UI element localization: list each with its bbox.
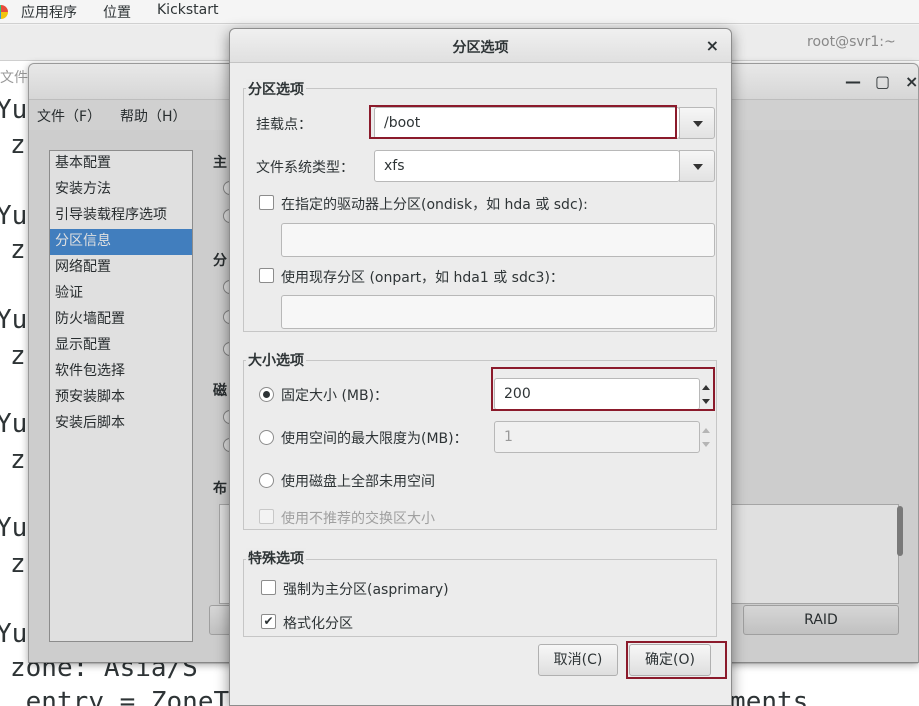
checkmark-icon: ✔ <box>263 614 274 628</box>
spin-down-icon[interactable] <box>702 442 710 447</box>
terminal-line: z <box>10 130 26 160</box>
terminal-line: z <box>10 445 26 475</box>
terminal-menu-file[interactable]: 文件 <box>0 67 28 87</box>
max-size-radio[interactable] <box>259 430 274 445</box>
terminal-line: Yu <box>0 201 28 231</box>
format-checkbox[interactable]: ✔ <box>261 614 276 629</box>
fs-type-dropdown-button[interactable] <box>679 150 715 182</box>
asprimary-label: 强制为主分区(asprimary) <box>283 582 449 598</box>
terminal-line: Yu <box>0 409 28 439</box>
fixed-size-label: 固定大小 (MB)： <box>281 388 389 404</box>
ondisk-input[interactable] <box>281 223 715 257</box>
recommended-swap-checkbox[interactable] <box>259 509 274 524</box>
maximize-icon[interactable]: ▢ <box>875 72 890 91</box>
highlight-box <box>491 367 715 411</box>
fill-disk-radio[interactable] <box>259 473 274 488</box>
mount-point-label: 挂载点： <box>256 117 312 133</box>
ondisk-checkbox[interactable] <box>259 195 274 210</box>
max-size-input[interactable]: 1 <box>494 421 700 453</box>
fixed-size-radio[interactable] <box>259 387 274 402</box>
max-size-spinner[interactable] <box>698 421 716 453</box>
close-icon[interactable]: × <box>706 36 719 55</box>
terminal-line: Yu <box>0 619 28 649</box>
terminal-line: z <box>10 549 26 579</box>
terminal-line: z <box>10 341 26 371</box>
dialog-titlebar: 分区选项 × <box>230 29 731 63</box>
app-menu[interactable]: Kickstart <box>157 2 218 18</box>
fs-type-label: 文件系统类型： <box>256 160 354 176</box>
places-menu[interactable]: 位置 <box>103 2 131 22</box>
top-bar: 应用程序 位置 Kickstart <box>0 0 919 24</box>
max-size-label: 使用空间的最大限度为(MB)： <box>281 431 468 447</box>
special-options-heading: 特殊选项 <box>246 548 306 568</box>
recommended-swap-label: 使用不推荐的交换区大小 <box>281 511 435 527</box>
terminal-line: z <box>10 235 26 265</box>
highlight-box <box>626 641 727 679</box>
terminal-line: Yu <box>0 305 28 335</box>
ondisk-label: 在指定的驱动器上分区(ondisk，如 hda 或 sdc): <box>281 197 588 213</box>
applications-icon <box>0 5 8 19</box>
terminal-title: root@svr1:~ <box>807 34 896 50</box>
onpart-checkbox[interactable] <box>259 268 274 283</box>
asprimary-checkbox[interactable] <box>261 580 276 595</box>
onpart-label: 使用现存分区 (onpart，如 hda1 或 sdc3)： <box>281 270 564 286</box>
highlight-box <box>369 105 677 139</box>
format-label: 格式化分区 <box>283 616 353 632</box>
partition-options-dialog: 分区选项 × 分区选项 挂载点： /boot 文件系统类型： xfs 在指定的驱… <box>229 28 732 706</box>
onpart-input[interactable] <box>281 295 715 329</box>
mount-point-dropdown-button[interactable] <box>679 107 715 139</box>
size-options-heading: 大小选项 <box>246 350 306 370</box>
fs-type-select[interactable]: xfs <box>374 150 680 182</box>
close-icon[interactable]: × <box>905 72 918 91</box>
fill-disk-label: 使用磁盘上全部未用空间 <box>281 474 435 490</box>
dialog-title: 分区选项 <box>452 40 509 56</box>
minimize-icon[interactable]: — <box>845 72 861 91</box>
terminal-line: Yu <box>0 95 28 125</box>
spin-up-icon[interactable] <box>702 428 710 433</box>
terminal-line: Yu <box>0 513 28 543</box>
cancel-button[interactable]: 取消(C) <box>538 644 618 676</box>
partition-options-heading: 分区选项 <box>246 79 306 99</box>
applications-menu[interactable]: 应用程序 <box>21 2 77 22</box>
